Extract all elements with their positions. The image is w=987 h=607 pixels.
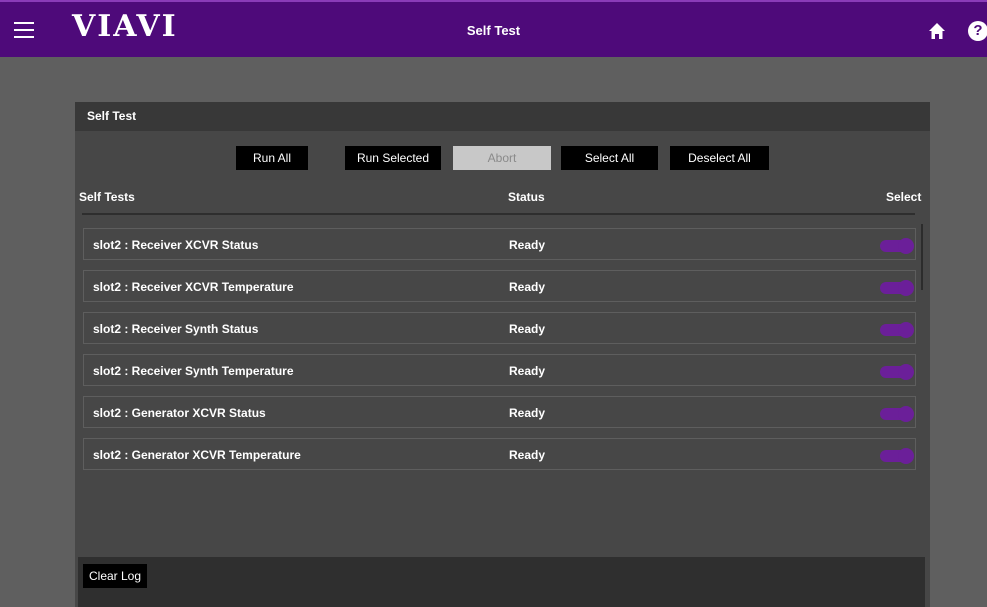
clear-log-button[interactable]: Clear Log xyxy=(83,564,148,588)
test-name: slot2 : Generator XCVR Temperature xyxy=(93,448,301,462)
header-divider xyxy=(82,213,915,215)
app-header: VIAVI Self Test ? xyxy=(0,0,987,57)
column-header-self-tests: Self Tests xyxy=(79,190,135,204)
panel-title: Self Test xyxy=(87,109,137,123)
test-status: Ready xyxy=(509,280,546,294)
column-header-status: Status xyxy=(508,190,545,204)
select-toggle[interactable] xyxy=(880,406,914,422)
panel-header: Self Test xyxy=(75,102,930,131)
list-scrollbar[interactable] xyxy=(921,224,923,290)
test-name: slot2 : Receiver Synth Temperature xyxy=(93,364,294,378)
log-area: Clear Log xyxy=(78,557,925,607)
test-name: slot2 : Receiver XCVR Temperature xyxy=(93,280,294,294)
abort-button[interactable]: Abort xyxy=(453,146,551,170)
select-toggle[interactable] xyxy=(880,322,914,338)
test-status: Ready xyxy=(509,322,546,336)
test-name: slot2 : Receiver Synth Status xyxy=(93,322,259,336)
select-all-button[interactable]: Select All xyxy=(561,146,658,170)
deselect-all-button[interactable]: Deselect All xyxy=(670,146,769,170)
test-status: Ready xyxy=(509,406,546,420)
self-test-panel: Self Test Run All Run Selected Abort Sel… xyxy=(75,102,930,607)
test-row: slot2 : Receiver XCVR Status Ready xyxy=(83,228,916,260)
test-row: slot2 : Generator XCVR Temperature Ready xyxy=(83,438,916,470)
help-icon[interactable]: ? xyxy=(968,21,987,41)
select-toggle[interactable] xyxy=(880,238,914,254)
column-header-select: Select xyxy=(886,190,922,204)
test-row: slot2 : Receiver Synth Status Ready xyxy=(83,312,916,344)
select-toggle[interactable] xyxy=(880,280,914,296)
run-selected-button[interactable]: Run Selected xyxy=(345,146,441,170)
test-status: Ready xyxy=(509,364,546,378)
select-toggle[interactable] xyxy=(880,364,914,380)
test-row: slot2 : Generator XCVR Status Ready xyxy=(83,396,916,428)
run-all-button[interactable]: Run All xyxy=(236,146,308,170)
app-title: Self Test xyxy=(466,23,521,38)
home-icon[interactable] xyxy=(928,22,946,40)
test-row: slot2 : Receiver XCVR Temperature Ready xyxy=(83,270,916,302)
test-status: Ready xyxy=(509,238,546,252)
test-name: slot2 : Receiver XCVR Status xyxy=(93,238,259,252)
select-toggle[interactable] xyxy=(880,448,914,464)
test-status: Ready xyxy=(509,448,546,462)
test-row: slot2 : Receiver Synth Temperature Ready xyxy=(83,354,916,386)
test-name: slot2 : Generator XCVR Status xyxy=(93,406,266,420)
